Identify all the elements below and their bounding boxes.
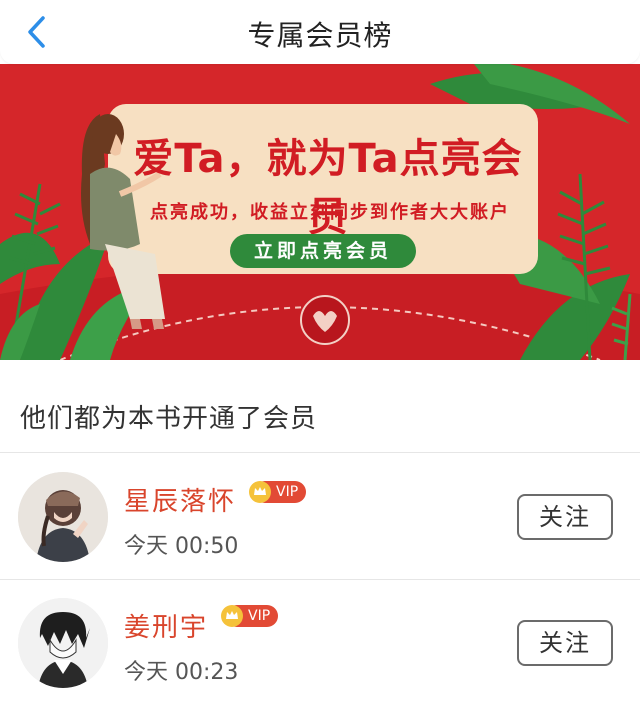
crown-icon [249, 481, 271, 503]
member-time: 今天 00:23 [124, 660, 239, 685]
section-title: 他们都为本书开通了会员 [20, 404, 318, 434]
promo-banner[interactable]: 爱Ta，就为Ta点亮会员 点亮成功，收益立刻同步到作者大大账户 立即点亮会员 [0, 64, 640, 360]
top-bar: 专属会员榜 [0, 0, 640, 64]
member-name[interactable]: 星辰落怀 [124, 481, 236, 518]
light-up-member-button[interactable]: 立即点亮会员 [230, 234, 416, 268]
banner-headline: 爱Ta，就为Ta点亮会员 [133, 136, 523, 240]
member-name[interactable]: 姜刑宇 [124, 607, 208, 644]
banner-subtitle: 点亮成功，收益立刻同步到作者大大账户 [150, 202, 510, 223]
vip-badge: VIP [248, 480, 307, 504]
follow-button[interactable]: 关注 [517, 620, 613, 666]
avatar[interactable] [18, 472, 108, 562]
avatar[interactable] [18, 598, 108, 688]
page-title: 专属会员榜 [247, 19, 393, 52]
crown-icon [221, 605, 243, 627]
vip-badge: VIP [220, 604, 279, 628]
member-time: 今天 00:50 [124, 534, 239, 559]
avatar-image [18, 472, 108, 562]
member-row[interactable]: 姜刑宇 VIP 今天 00:23 关注 [0, 579, 640, 705]
follow-button[interactable]: 关注 [517, 494, 613, 540]
member-row[interactable]: 星辰落怀 VIP 今天 00:50 关注 [0, 453, 640, 579]
avatar-image [18, 598, 108, 688]
